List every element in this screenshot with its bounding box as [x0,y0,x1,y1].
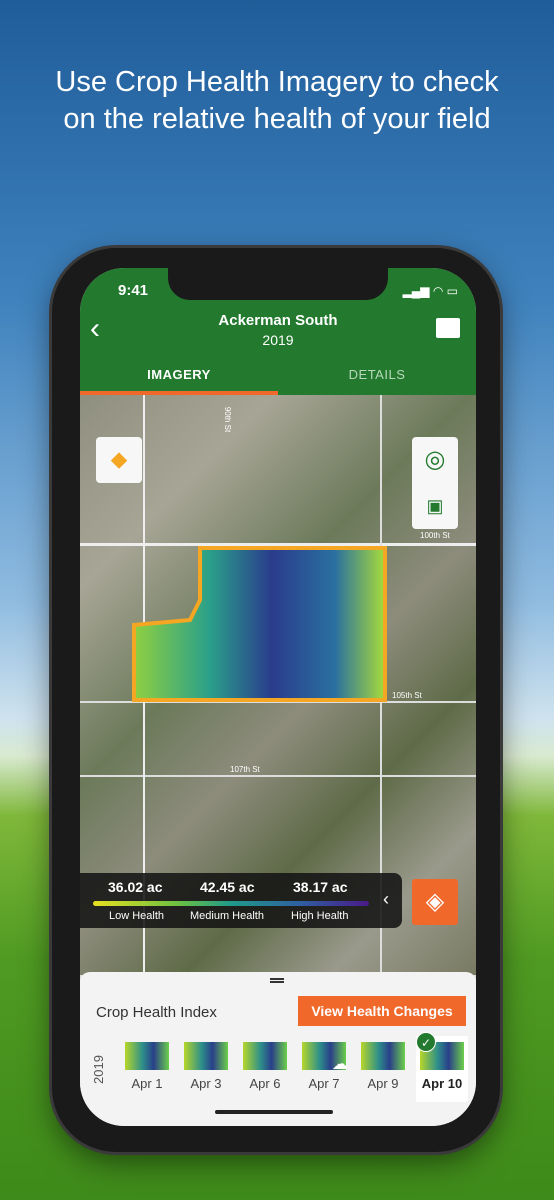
home-indicator [215,1110,333,1114]
high-health-label: High Health [291,910,349,922]
date-label-selected[interactable]: Apr 10 [413,1076,471,1091]
date-label[interactable]: Apr 9 [354,1076,412,1091]
date-label[interactable]: Apr 6 [236,1076,294,1091]
medium-acres: 42.45 ac [200,879,255,895]
date-thumbnail[interactable] [125,1042,169,1070]
field-year: 2019 [262,332,294,348]
view-health-changes-button[interactable]: View Health Changes [298,996,466,1026]
date-label[interactable]: Apr 3 [177,1076,235,1091]
health-legend: 36.02 ac 42.45 ac 38.17 ac Low Health Me… [80,873,402,928]
locate-icon[interactable]: ◎ [412,437,458,483]
low-acres: 36.02 ac [108,879,163,895]
fit-field-icon[interactable]: ▣ [412,483,458,529]
selected-check-icon: ✓ [416,1032,436,1052]
date-thumbnail[interactable] [361,1042,405,1070]
bottom-sheet: Crop Health Index View Health Changes 20… [80,972,476,1126]
street-label: 107th St [230,765,260,774]
note-edit-icon[interactable] [436,318,460,338]
high-acres: 38.17 ac [293,879,348,895]
layers-button[interactable]: ◈ [412,879,458,925]
date-thumbnail[interactable]: ✓ [416,1032,464,1070]
date-thumbnail[interactable]: ☁ [302,1042,348,1073]
date-thumbnail[interactable] [184,1042,228,1070]
cloud-icon: ☁ [332,1056,348,1073]
low-health-label: Low Health [109,910,165,922]
app-header: 9:41 ▂▄▆ ◠ ▭ ‹ Ackerman South 2019 IMAGE… [80,268,476,395]
street-label: 90th St [223,406,233,433]
medium-health-label: Medium Health [190,910,264,922]
date-label[interactable]: Apr 7 [295,1076,353,1091]
field-title: Ackerman South [218,312,338,329]
street-label: 100th St [420,531,450,540]
status-time: 9:41 [118,282,149,299]
date-thumbnail[interactable] [243,1042,287,1070]
year-label: 2019 [90,1055,106,1084]
health-scale-bar [93,901,369,906]
notch [168,268,388,300]
collapse-legend-icon[interactable]: ‹ [383,889,389,910]
street-label: 105th St [392,691,422,700]
sheet-title: Crop Health Index [96,1004,217,1021]
tab-imagery[interactable]: IMAGERY [80,367,278,382]
map-controls: ◎ ▣ [412,437,458,529]
date-label[interactable]: Apr 1 [118,1076,176,1091]
satellite-map[interactable]: 90th St 100th St 105th St 107th St ⬥ ◎ ▣… [80,395,476,975]
draw-tool-button[interactable]: ⬥ [96,437,142,483]
drag-handle[interactable] [270,978,284,983]
status-icons: ▂▄▆ ◠ ▭ [402,284,458,298]
headline: Use Crop Health Imagery to check on the … [55,66,499,135]
tab-details[interactable]: DETAILS [278,367,476,382]
app-screen: 9:41 ▂▄▆ ◠ ▭ ‹ Ackerman South 2019 IMAGE… [80,268,476,1126]
